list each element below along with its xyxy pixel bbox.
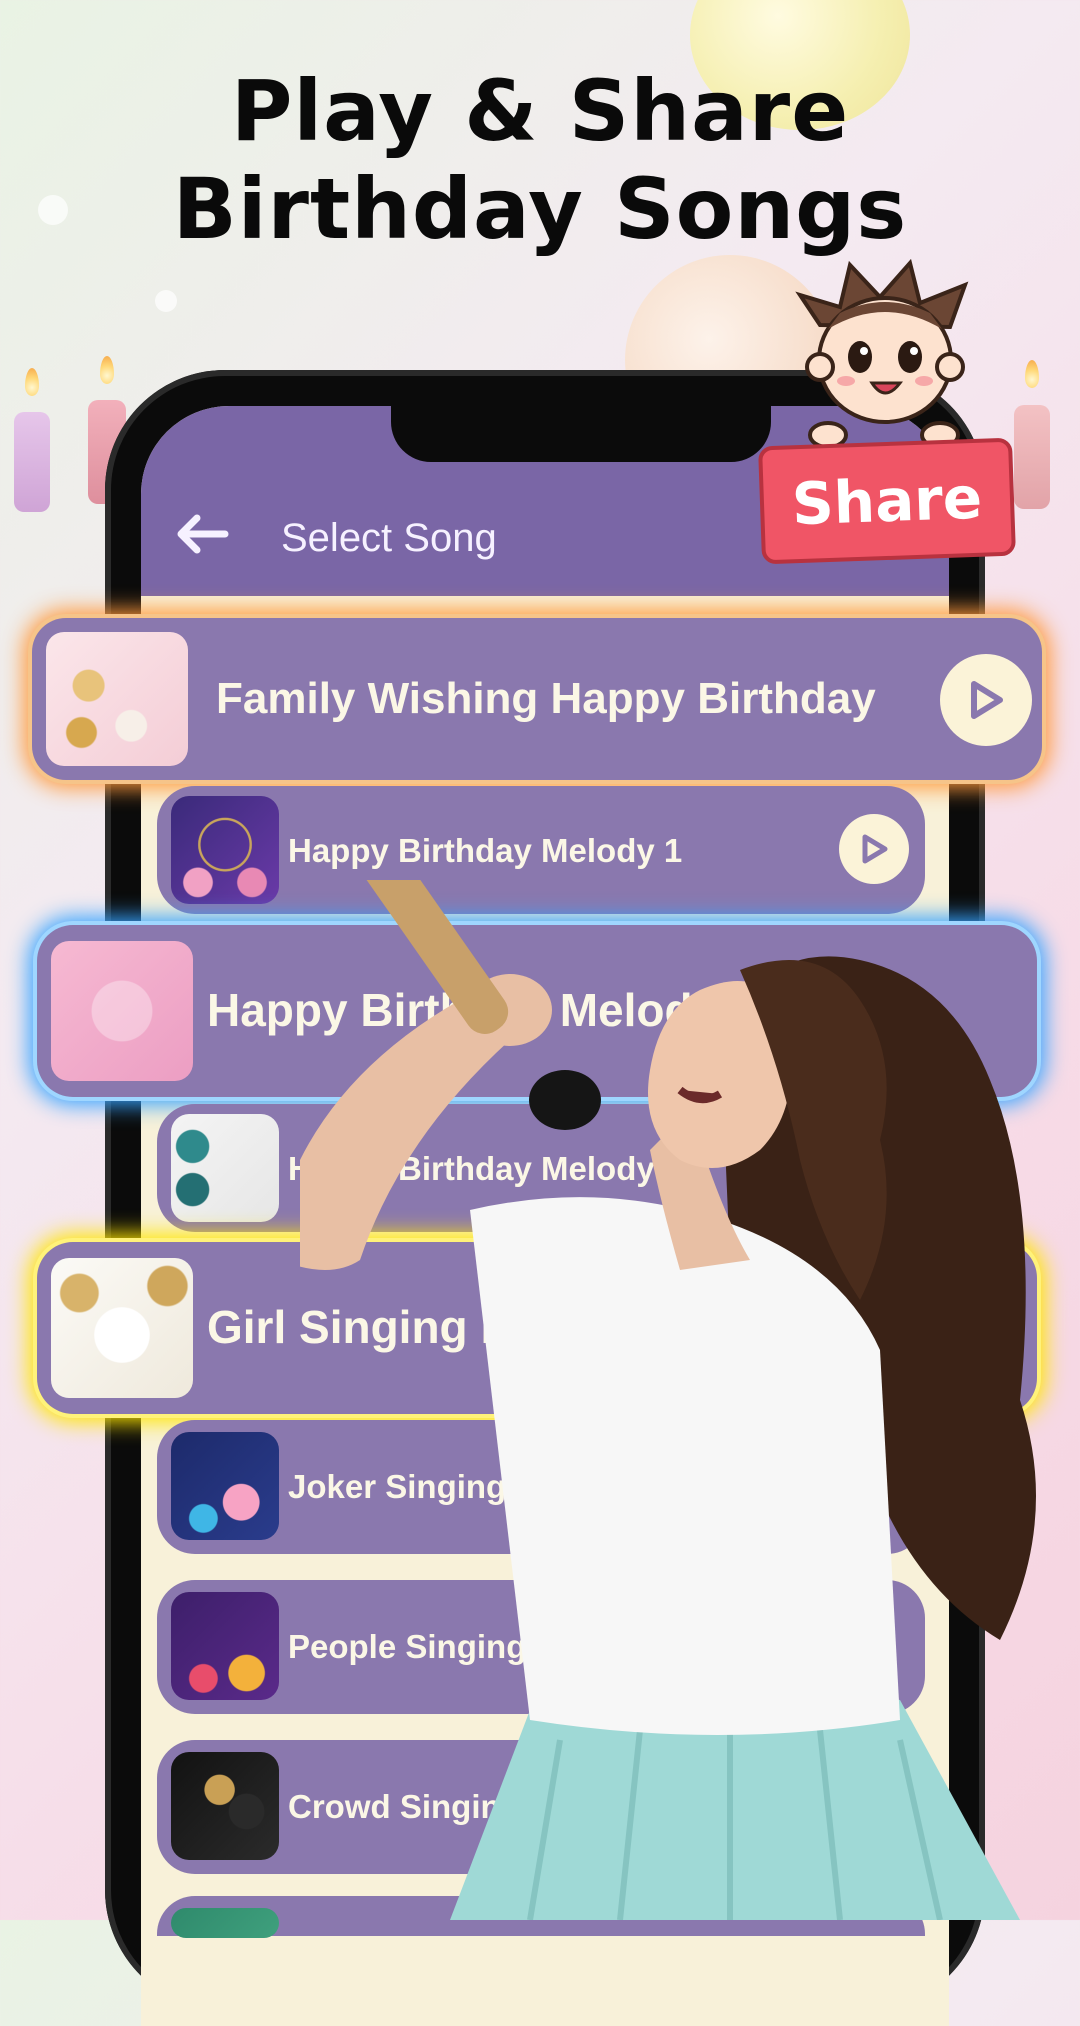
song-thumbnail — [171, 1592, 279, 1700]
share-button[interactable]: Share — [758, 437, 1016, 565]
play-button[interactable] — [839, 814, 909, 884]
song-title: Happy Birthday Melody 1 — [288, 832, 683, 869]
cartoon-boy-mascot — [795, 258, 969, 449]
share-label: Share — [790, 463, 984, 539]
bokeh-light — [155, 290, 177, 312]
song-thumbnail — [171, 1908, 279, 1938]
song-thumbnail — [51, 1258, 193, 1398]
song-thumbnail — [51, 941, 193, 1081]
candle-flame — [100, 356, 114, 384]
song-thumbnail — [171, 796, 279, 904]
headline-line-1: Play & Share — [230, 62, 850, 160]
song-thumbnail — [171, 1432, 279, 1540]
arrow-left-icon[interactable] — [175, 514, 229, 554]
song-thumbnail — [46, 632, 188, 766]
song-title: Family Wishing Happy Birthday — [216, 674, 876, 723]
candle-left-1 — [14, 412, 50, 512]
singing-woman-illustration — [300, 880, 1036, 1920]
candle-flame — [1025, 360, 1039, 388]
song-thumbnail — [171, 1752, 279, 1860]
candle-flame — [25, 368, 39, 396]
song-thumbnail — [171, 1114, 279, 1222]
phone-notch — [391, 406, 771, 462]
song-row-1[interactable]: Family Wishing Happy Birthday — [32, 618, 1042, 780]
play-icon — [862, 834, 888, 864]
play-icon — [971, 681, 1003, 719]
promo-headline: Play & Share Birthday Songs — [0, 62, 1080, 258]
candle-right — [1014, 405, 1050, 509]
headline-line-2: Birthday Songs — [172, 160, 908, 258]
page-title: Select Song — [281, 516, 497, 560]
play-button[interactable] — [940, 654, 1032, 746]
